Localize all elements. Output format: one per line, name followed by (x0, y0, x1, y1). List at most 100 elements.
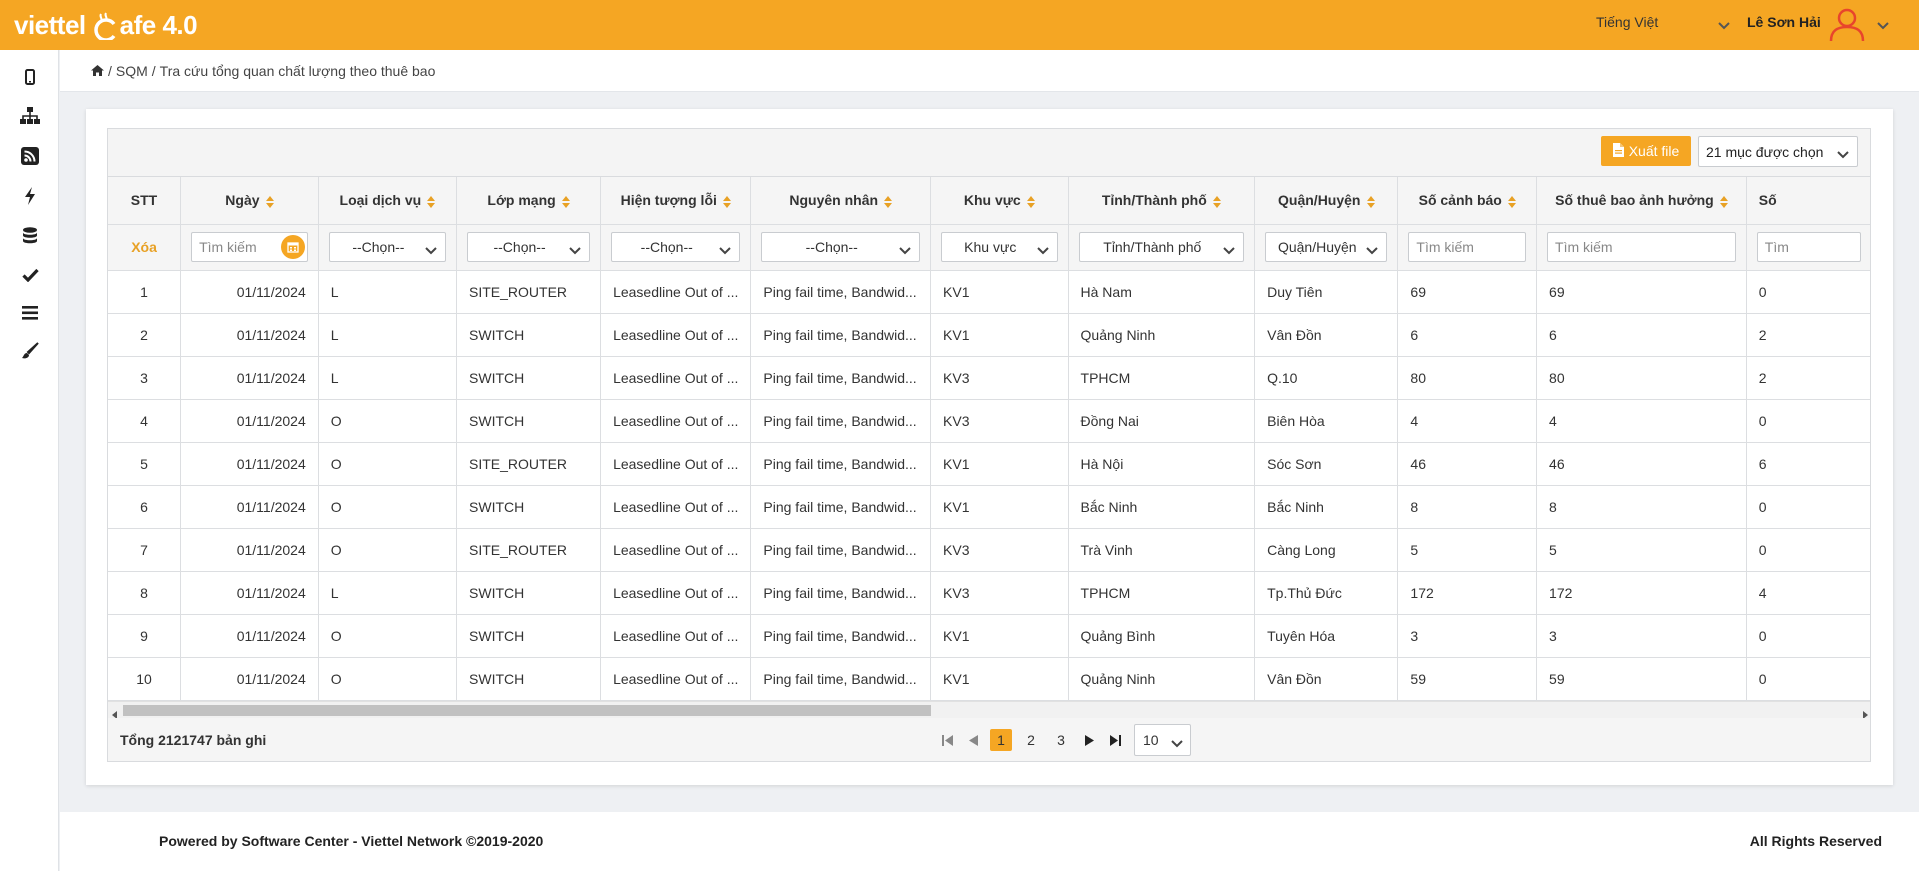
cell-error: Leasedline Out of ... (600, 270, 752, 314)
cell-district: Duy Tiên (1254, 270, 1399, 314)
sort-icon[interactable] (884, 195, 893, 208)
table-row[interactable]: 7 01/11/2024 O SITE_ROUTER Leasedline Out of… (108, 528, 1870, 572)
table-row[interactable]: 10 01/11/2024 O SWITCH Leasedline Out of ...… (108, 657, 1870, 701)
chevron-down-icon[interactable] (1877, 17, 1889, 33)
sort-icon[interactable] (1026, 195, 1035, 208)
sitemap-icon[interactable] (20, 106, 40, 126)
table-row[interactable]: 5 01/11/2024 O SITE_ROUTER Leasedline Out of… (108, 442, 1870, 486)
table-row[interactable]: 3 01/11/2024 L SWITCH Leasedline Out of ... P… (108, 356, 1870, 400)
col-header-service[interactable]: Loại dịch vụ (318, 177, 458, 225)
col-header-affected-subs[interactable]: Số thuê bao ảnh hưởng (1536, 177, 1747, 225)
database-icon[interactable] (20, 226, 40, 246)
cell-cause: Ping fail time, Bandwid... (750, 657, 932, 701)
cell-province: TPHCM (1068, 356, 1256, 400)
sort-icon[interactable] (427, 195, 436, 208)
page-size-select[interactable]: 10 (1134, 724, 1191, 756)
cell-province: Quảng Ninh (1068, 313, 1256, 357)
mobile-icon[interactable] (20, 67, 40, 87)
cell-affected-subs: 46 (1536, 442, 1747, 486)
last-page-icon[interactable] (1102, 728, 1128, 752)
chevron-down-icon (1366, 242, 1379, 258)
scrollbar-thumb[interactable] (123, 705, 931, 716)
col-header-province[interactable]: Tỉnh/Thành phố (1068, 177, 1256, 225)
alerts-filter-input[interactable] (1408, 232, 1527, 262)
col-header-error[interactable]: Hiện tượng lỗi (600, 177, 752, 225)
calendar-icon[interactable] (280, 235, 305, 259)
first-page-icon[interactable] (934, 728, 960, 752)
column-chooser-select[interactable]: 21 mục được chọn (1698, 136, 1858, 167)
page-number[interactable]: 3 (1050, 729, 1072, 751)
col-header-more[interactable]: Số (1746, 177, 1870, 225)
cell-network: SITE_ROUTER (456, 270, 602, 314)
cell-error: Leasedline Out of ... (600, 356, 752, 400)
user-avatar-icon[interactable] (1828, 8, 1866, 45)
cell-province: Đồng Nai (1068, 399, 1256, 443)
cell-date: 01/11/2024 (180, 356, 319, 400)
rss-icon[interactable] (20, 146, 40, 166)
service-filter-select[interactable]: --Chọn-- (328, 232, 447, 262)
sort-icon[interactable] (561, 195, 570, 208)
chevron-down-icon[interactable] (1718, 17, 1730, 33)
export-file-button[interactable]: Xuất file (1601, 136, 1691, 166)
area-filter-select[interactable]: Khu vực (941, 232, 1058, 262)
cause-filter-select[interactable]: --Chọn-- (761, 232, 921, 262)
clear-filters-button[interactable]: Xóa (131, 239, 157, 255)
logo-text: viettel (14, 9, 86, 40)
district-filter-value: Quận/Huyện (1277, 239, 1357, 255)
user-name[interactable]: Lê Sơn Hải (1747, 14, 1821, 30)
paint-brush-icon[interactable] (20, 341, 40, 361)
cell-service: L (318, 270, 458, 314)
cell-affected-subs: 80 (1536, 356, 1747, 400)
bars-icon[interactable] (20, 303, 40, 323)
area-filter-value: Khu vực (964, 239, 1017, 255)
home-icon[interactable] (91, 63, 104, 79)
top-bar: viettel afe 4.0 Tiếng Việt Lê Sơn Hải (0, 0, 1919, 50)
table-row[interactable]: 1 01/11/2024 L SITE_ROUTER Leasedline Out of… (108, 270, 1870, 314)
district-filter-select[interactable]: Quận/Huyện (1265, 232, 1388, 262)
language-selector[interactable]: Tiếng Việt (1596, 14, 1658, 30)
check-icon[interactable] (20, 265, 40, 285)
table-row[interactable]: 2 01/11/2024 L SWITCH Leasedline Out of ... P… (108, 313, 1870, 357)
cell-cause: Ping fail time, Bandwid... (750, 270, 932, 314)
col-header-network[interactable]: Lớp mạng (456, 177, 602, 225)
results-table: STT Ngày Loại dịch vụ Lớp mạng Hiện tượn… (108, 177, 1870, 701)
affected-subs-filter-input[interactable] (1547, 232, 1736, 262)
sort-icon[interactable] (1212, 195, 1221, 208)
col-header-date[interactable]: Ngày (180, 177, 319, 225)
table-body: 1 01/11/2024 L SITE_ROUTER Leasedline Out of… (108, 270, 1870, 701)
province-filter-select[interactable]: Tỉnh/Thành phố (1078, 232, 1245, 262)
prev-page-icon[interactable] (960, 728, 986, 752)
bolt-icon[interactable] (20, 186, 40, 206)
cell-date: 01/11/2024 (180, 528, 319, 572)
horizontal-scrollbar[interactable] (108, 701, 1870, 719)
col-header-cause[interactable]: Nguyên nhân (750, 177, 932, 225)
network-filter-select[interactable]: --Chọn-- (467, 232, 591, 262)
sort-icon[interactable] (1719, 195, 1728, 208)
cell-service: O (318, 657, 458, 701)
filter-row: Xóa --Chọn-- --Chọn-- --Chọn-- (108, 224, 1870, 271)
cell-network: SWITCH (456, 485, 602, 529)
sort-icon[interactable] (1507, 195, 1516, 208)
sort-icon[interactable] (1366, 195, 1375, 208)
cell-service: L (318, 571, 458, 615)
logo[interactable]: viettel afe 4.0 (14, 8, 198, 42)
col-header-alerts[interactable]: Số cảnh báo (1397, 177, 1538, 225)
col-header-area[interactable]: Khu vực (930, 177, 1069, 225)
table-row[interactable]: 8 01/11/2024 L SWITCH Leasedline Out of ... P… (108, 571, 1870, 615)
cell-more: 0 (1746, 528, 1870, 572)
coffee-cup-icon (92, 12, 118, 42)
page-number[interactable]: 2 (1020, 729, 1042, 751)
breadcrumb-item[interactable]: SQM (116, 63, 148, 79)
sort-icon[interactable] (265, 195, 274, 208)
table-row[interactable]: 6 01/11/2024 O SWITCH Leasedline Out of ... P… (108, 485, 1870, 529)
cell-network: SITE_ROUTER (456, 442, 602, 486)
next-page-icon[interactable] (1076, 728, 1102, 752)
data-grid: Xuất file 21 mục được chọn STT Ngày Loại… (107, 128, 1871, 762)
page-number[interactable]: 1 (990, 729, 1012, 751)
error-filter-select[interactable]: --Chọn-- (611, 232, 741, 262)
more-filter-input[interactable] (1756, 232, 1861, 262)
table-row[interactable]: 4 01/11/2024 O SWITCH Leasedline Out of ... P… (108, 399, 1870, 443)
table-row[interactable]: 9 01/11/2024 O SWITCH Leasedline Out of ... P… (108, 614, 1870, 658)
col-header-district[interactable]: Quận/Huyện (1254, 177, 1399, 225)
sort-icon[interactable] (722, 195, 731, 208)
